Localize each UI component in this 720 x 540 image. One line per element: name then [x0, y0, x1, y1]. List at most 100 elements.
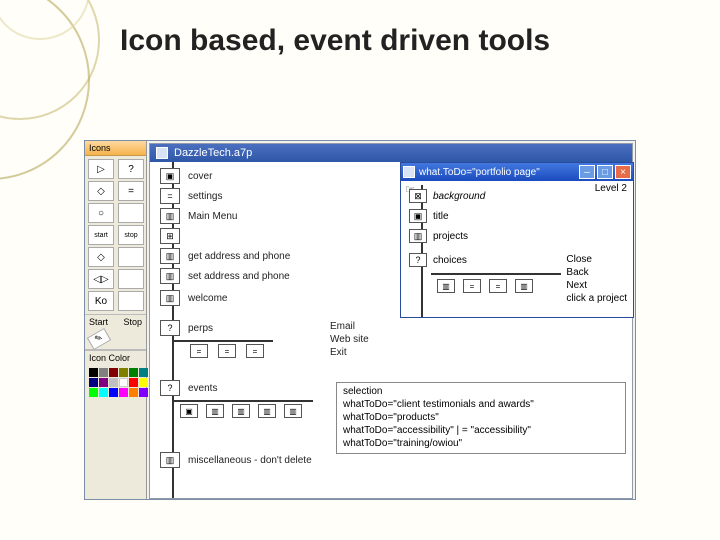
selection-header: selection — [343, 385, 619, 398]
start-label: Start — [89, 317, 108, 327]
swatch[interactable] — [119, 388, 128, 397]
selection-line: whatToDo="training/owiou" — [343, 437, 619, 450]
flow-item-events[interactable]: ? events — [160, 380, 217, 396]
swatch[interactable] — [89, 368, 98, 377]
swatch[interactable] — [99, 368, 108, 377]
tool-map-icon[interactable]: ○ — [88, 203, 114, 223]
swatch[interactable] — [139, 388, 148, 397]
design-titlebar[interactable]: DazzleTech.a7p — [150, 144, 632, 162]
flow-item-misc[interactable]: ▥ miscellaneous - don't delete — [160, 452, 312, 468]
tool-framework-icon[interactable]: ◇ — [88, 247, 114, 267]
child-outcomes: Close Back Next click a project — [566, 253, 627, 305]
child-item-projects[interactable]: ▥ projects — [409, 229, 468, 243]
branch-node[interactable]: ▥ — [437, 279, 455, 293]
flow-item-perps[interactable]: ? perps — [160, 320, 213, 336]
stop-label: Stop — [123, 317, 142, 327]
swatch[interactable] — [99, 388, 108, 397]
branch-node[interactable]: = — [218, 344, 236, 358]
branch-node[interactable]: ▥ — [232, 404, 250, 418]
branch-node[interactable]: = — [246, 344, 264, 358]
close-button[interactable]: × — [615, 165, 631, 179]
level-label: Level 2 — [595, 183, 627, 194]
maximize-button[interactable]: □ — [597, 165, 613, 179]
tool-blank-icon[interactable] — [118, 203, 144, 223]
branch-node[interactable]: ▥ — [515, 279, 533, 293]
portfolio-child-window: what.ToDo="portfolio page" – □ × Level 2… — [400, 162, 634, 318]
tool-display-icon[interactable]: ▷ — [88, 159, 114, 179]
swatch[interactable] — [139, 378, 148, 387]
design-body[interactable]: ▣ cover = settings ▥ Main Menu ⊞ ▥ get a… — [150, 162, 632, 498]
toolbox-start-stop-row: Start Stop — [85, 314, 146, 329]
branch-node[interactable]: ▥ — [258, 404, 276, 418]
swatch[interactable] — [129, 368, 138, 377]
branch-line — [173, 400, 313, 402]
swatch[interactable] — [139, 368, 148, 377]
tool-blank-icon[interactable] — [118, 291, 144, 311]
map-icon: ⊞ — [160, 228, 180, 244]
authoring-app-window: Icons ▷ ? ◇ = ○ start stop ◇ ◁▷ Ko Start… — [84, 140, 636, 500]
flow-item-welcome[interactable]: ▥ welcome — [160, 290, 227, 306]
branch-node[interactable]: = — [489, 279, 507, 293]
flow-item-group[interactable]: ⊞ — [160, 228, 180, 244]
tool-interaction-icon[interactable]: ◇ — [88, 181, 114, 201]
child-item-choices[interactable]: ? choices — [409, 253, 467, 267]
branch-line — [173, 340, 273, 342]
flow-label: Main Menu — [188, 211, 237, 222]
tool-decision-icon[interactable]: ? — [118, 159, 144, 179]
child-titlebar[interactable]: what.ToDo="portfolio page" – □ × — [401, 163, 633, 181]
swatch[interactable] — [99, 378, 108, 387]
palette-label: Icon Color — [85, 350, 146, 365]
tool-blank-icon[interactable] — [118, 247, 144, 267]
branch-node[interactable]: ▣ — [180, 404, 198, 418]
flow-item-getaddr[interactable]: ▥ get address and phone — [160, 248, 290, 264]
branch-node[interactable]: ▥ — [206, 404, 224, 418]
swatch[interactable] — [129, 388, 138, 397]
flow-label: miscellaneous - don't delete — [188, 455, 312, 466]
wand-icon[interactable]: ✎ — [87, 328, 111, 350]
swatch[interactable] — [89, 378, 98, 387]
toolbox-wand-row: ✎ — [85, 329, 146, 350]
swatch[interactable] — [109, 378, 118, 387]
branch-node[interactable]: = — [463, 279, 481, 293]
flow-label: perps — [188, 323, 213, 334]
tool-calc-icon[interactable]: = — [118, 181, 144, 201]
flow-item-mainmenu[interactable]: ▥ Main Menu — [160, 208, 237, 224]
minimize-button[interactable]: – — [579, 165, 595, 179]
choice-branch-line — [431, 273, 561, 275]
design-title: DazzleTech.a7p — [174, 147, 252, 159]
map-icon: ▥ — [409, 229, 427, 243]
tool-start-icon[interactable]: start — [88, 225, 114, 245]
child-item-background[interactable]: ⊠ background — [409, 189, 485, 203]
flow-item-setaddr[interactable]: ▥ set address and phone — [160, 268, 290, 284]
flow-label: set address and phone — [188, 271, 290, 282]
icons-toolbox: Icons ▷ ? ◇ = ○ start stop ◇ ◁▷ Ko Start… — [85, 141, 147, 499]
toolbox-title: Icons — [85, 141, 146, 156]
display-icon: ▣ — [409, 209, 427, 223]
swatch[interactable] — [119, 378, 128, 387]
branch-node[interactable]: = — [190, 344, 208, 358]
map-icon: ▥ — [160, 452, 180, 468]
child-body[interactable]: Level 2 ☞ ⊠ background ▣ title ▥ project… — [401, 181, 633, 317]
swatch[interactable] — [89, 388, 98, 397]
tool-navigate-icon[interactable]: ◁▷ — [88, 269, 114, 289]
map-icon: ▥ — [160, 268, 180, 284]
map-icon: ▥ — [160, 290, 180, 306]
swatch[interactable] — [119, 368, 128, 377]
tool-blank-icon[interactable] — [118, 269, 144, 289]
child-label: background — [433, 191, 485, 202]
swatch[interactable] — [129, 378, 138, 387]
child-label: projects — [433, 231, 468, 242]
color-palette — [85, 365, 146, 400]
child-item-title[interactable]: ▣ title — [409, 209, 449, 223]
flow-item-cover[interactable]: ▣ cover — [160, 168, 212, 184]
swatch[interactable] — [109, 388, 118, 397]
tool-ko-icon[interactable]: Ko — [88, 291, 114, 311]
flow-item-settings[interactable]: = settings — [160, 188, 222, 204]
swatch[interactable] — [109, 368, 118, 377]
flow-label: welcome — [188, 293, 227, 304]
decision-icon: ? — [160, 320, 180, 336]
map-icon: ▥ — [160, 248, 180, 264]
tool-stop-icon[interactable]: stop — [118, 225, 144, 245]
calc-icon: = — [160, 188, 180, 204]
branch-node[interactable]: ▥ — [284, 404, 302, 418]
